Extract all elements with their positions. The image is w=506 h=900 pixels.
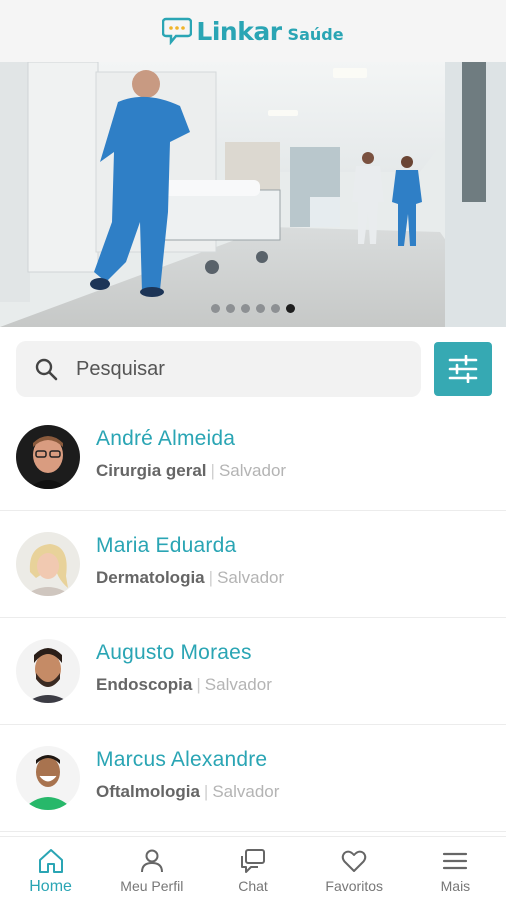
- doctor-city: Salvador: [212, 782, 280, 801]
- tab-label: Favoritos: [325, 878, 383, 894]
- carousel-dot[interactable]: [241, 304, 250, 313]
- tab-meu-perfil[interactable]: Meu Perfil: [101, 837, 202, 900]
- sliders-icon: [448, 355, 478, 383]
- doctor-name: Augusto Moraes: [96, 641, 252, 664]
- filter-button[interactable]: [434, 342, 492, 396]
- search-input[interactable]: [76, 357, 376, 381]
- chat-icon: [241, 849, 265, 873]
- doctor-city: Salvador: [204, 675, 272, 694]
- separator: |: [208, 568, 214, 587]
- tab-favoritos[interactable]: Favoritos: [304, 837, 405, 900]
- carousel-dot[interactable]: [256, 304, 265, 313]
- doctor-name: Maria Eduarda: [96, 534, 237, 557]
- doctor-list: André Almeida Cirurgia geral | Salvador Ma…: [0, 404, 506, 832]
- separator: |: [196, 675, 201, 694]
- logo-text-saude: Saúde: [287, 24, 344, 44]
- avatar: [16, 746, 80, 810]
- separator: |: [203, 782, 209, 801]
- doctor-specialty: Dermatologia: [96, 568, 205, 587]
- bottom-tab-bar: Home Meu Perfil Chat Favoritos Mais: [0, 836, 506, 900]
- tab-chat[interactable]: Chat: [202, 837, 303, 900]
- avatar: [16, 639, 80, 703]
- doctor-city: Salvador: [218, 461, 287, 480]
- list-item[interactable]: Marcus Alexandre Oftalmologia | Salvador: [0, 725, 506, 832]
- carousel-dot[interactable]: [271, 304, 280, 313]
- doctor-name: André Almeida: [96, 427, 236, 450]
- list-item[interactable]: Augusto Moraes Endoscopia | Salvador: [0, 618, 506, 725]
- home-icon: [38, 849, 63, 873]
- doctor-city: Salvador: [217, 568, 285, 587]
- tab-mais[interactable]: Mais: [405, 837, 506, 900]
- search-row: [16, 341, 492, 397]
- app-header: Linkar Saúde: [0, 0, 506, 62]
- user-icon: [140, 849, 163, 873]
- carousel-dot[interactable]: [211, 304, 220, 313]
- carousel-pagination: [0, 304, 506, 313]
- doctor-specialty: Oftalmologia: [96, 782, 200, 801]
- heart-icon: [341, 850, 367, 872]
- chat-bubble-logo-icon: [162, 17, 193, 45]
- menu-icon: [443, 852, 468, 870]
- tab-label: Mais: [440, 878, 471, 894]
- hero-carousel[interactable]: [0, 62, 506, 327]
- separator: |: [210, 461, 215, 480]
- tab-label: Chat: [238, 878, 268, 894]
- avatar: [16, 425, 80, 489]
- doctor-specialty: Endoscopia: [96, 675, 193, 694]
- tab-label: Home: [29, 878, 72, 895]
- doctor-name: Marcus Alexandre: [96, 748, 268, 771]
- hospital-corridor-photo: [0, 62, 506, 327]
- list-item[interactable]: Maria Eduarda Dermatologia | Salvador: [0, 511, 506, 618]
- carousel-dot-active[interactable]: [286, 304, 295, 313]
- app-logo: Linkar Saúde: [162, 16, 344, 46]
- list-item[interactable]: André Almeida Cirurgia geral | Salvador: [0, 404, 506, 511]
- search-box[interactable]: [16, 341, 421, 397]
- tab-label: Meu Perfil: [120, 878, 184, 894]
- doctor-specialty: Cirurgia geral: [96, 461, 207, 480]
- carousel-dot[interactable]: [226, 304, 235, 313]
- avatar: [16, 532, 80, 596]
- logo-text-linkar: Linkar: [196, 16, 282, 46]
- tab-home[interactable]: Home: [0, 837, 101, 900]
- search-icon: [35, 358, 58, 381]
